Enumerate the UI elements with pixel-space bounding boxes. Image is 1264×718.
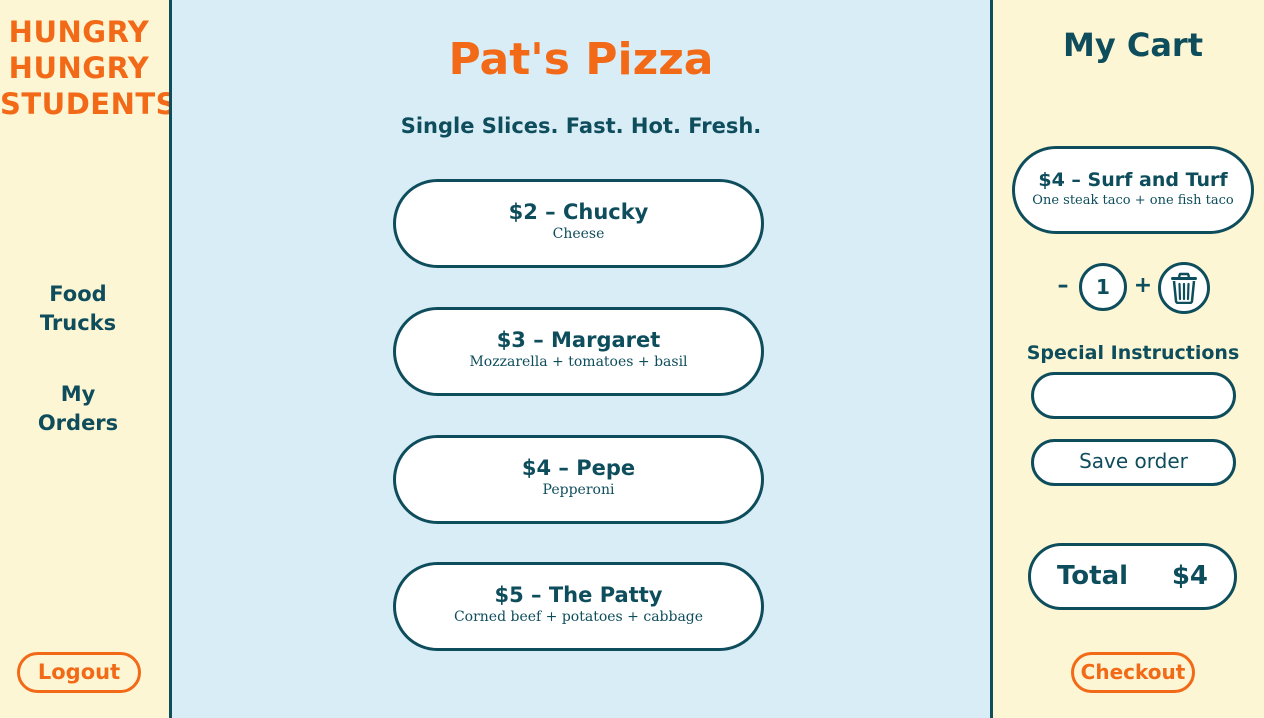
menu-item-name: $2 – Chucky [508,200,649,224]
sidebar: HUNGRY HUNGRY STUDENTS Food Trucks My Or… [0,0,178,718]
menu-item[interactable]: $2 – Chucky Cheese [393,179,764,268]
quantity-decrement-button[interactable]: – [1053,273,1073,298]
nav-food-trucks-line-2: Trucks [39,311,117,335]
nav-my-orders-line-2: Orders [37,411,119,435]
logo-line-1: HUNGRY [8,15,150,49]
special-instructions-label: Special Instructions [1026,342,1240,364]
save-order-button[interactable]: Save order [1031,439,1236,486]
logo-line-3: STUDENTS [0,87,178,121]
menu-item[interactable]: $3 – Margaret Mozzarella + tomatoes + ba… [393,307,764,396]
nav-my-orders-line-1: My [60,382,96,406]
nav-food-trucks[interactable]: Food Trucks [0,280,156,338]
nav-food-trucks-line-1: Food [49,282,107,306]
quantity-value: 1 [1079,263,1127,311]
menu-item-description: Mozzarella + tomatoes + basil [469,354,688,370]
trash-icon [1171,272,1197,304]
menu-item[interactable]: $4 – Pepe Pepperoni [393,435,764,524]
nav-my-orders[interactable]: My Orders [0,380,156,438]
total-value: $4 [1171,561,1208,591]
cart-panel: My Cart $4 – Surf and Turf One steak tac… [993,0,1264,718]
quantity-increment-button[interactable]: + [1133,273,1153,298]
menu-item-description: Pepperoni [542,482,615,498]
remove-item-button[interactable] [1158,262,1210,314]
menu-item-description: Cheese [552,226,605,242]
cart-title: My Cart [1063,26,1203,64]
menu-item-name: $3 – Margaret [496,328,661,352]
menu-item-name: $5 – The Patty [494,583,663,607]
cart-item-description: One steak taco + one fish taco [1032,193,1234,208]
page-tagline: Single Slices. Fast. Hot. Fresh. [400,114,762,138]
page-title: Pat's Pizza [448,34,714,85]
checkout-button[interactable]: Checkout [1071,652,1195,693]
logout-button[interactable]: Logout [17,652,141,693]
app-logo[interactable]: HUNGRY HUNGRY STUDENTS [0,14,178,122]
total-label: Total [1057,561,1129,591]
main-panel: Pat's Pizza Single Slices. Fast. Hot. Fr… [169,0,993,718]
menu-item-name: $4 – Pepe [521,456,636,480]
logo-line-2: HUNGRY [8,51,150,85]
cart-item-name: $4 – Surf and Turf [1038,169,1228,191]
total-box: Total $4 [1028,543,1237,610]
special-instructions-input[interactable] [1031,372,1236,419]
menu-item[interactable]: $5 – The Patty Corned beef + potatoes + … [393,562,764,651]
cart-item[interactable]: $4 – Surf and Turf One steak taco + one … [1012,146,1254,234]
menu-item-description: Corned beef + potatoes + cabbage [453,609,704,625]
